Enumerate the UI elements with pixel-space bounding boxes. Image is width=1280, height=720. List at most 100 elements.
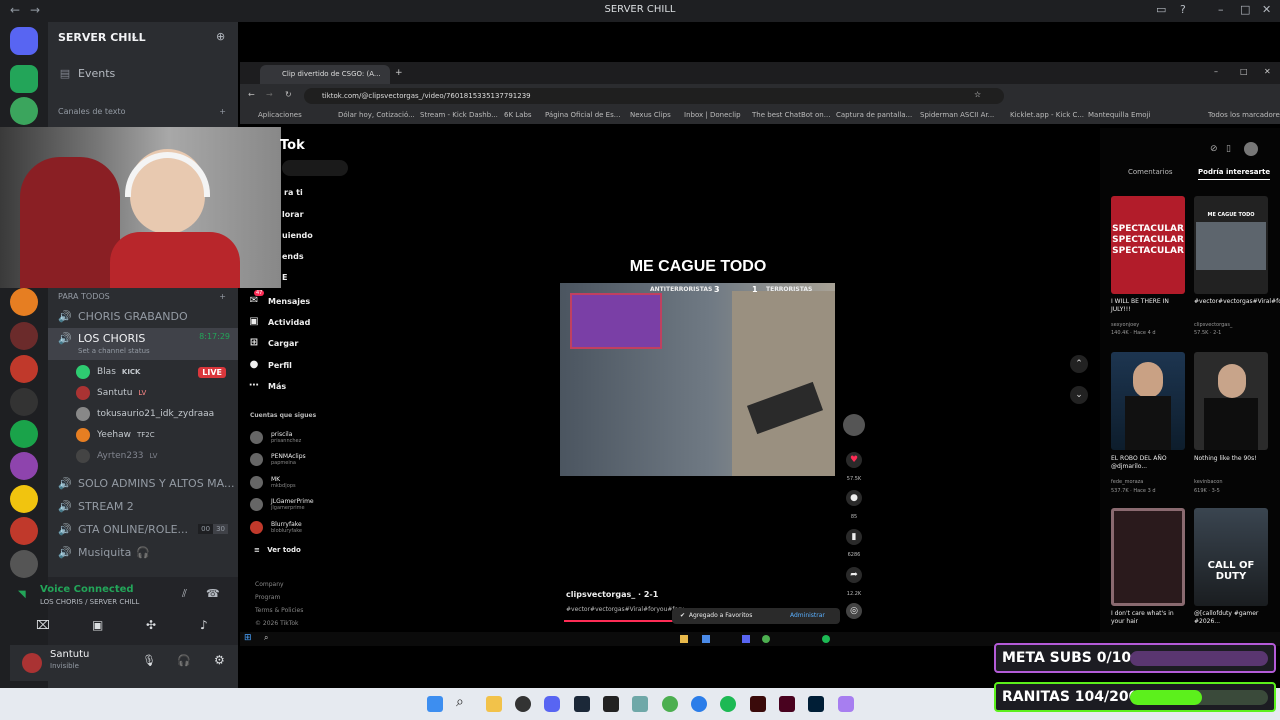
app-icon[interactable] [702, 635, 710, 643]
voice-location[interactable]: LOS CHORIS / SERVER CHILL [40, 598, 139, 606]
footer-link[interactable]: Company [255, 578, 303, 591]
chevron-down-icon[interactable]: ⌄ [1070, 386, 1088, 404]
recommended-caption[interactable]: @[callofduty #gamer #2026... [1194, 610, 1272, 626]
discord-icon[interactable] [544, 696, 560, 712]
nav-activity[interactable]: ▣ Actividad [248, 313, 310, 331]
server-icon[interactable] [10, 322, 38, 350]
recommended-author[interactable]: fede_moraza [1111, 479, 1189, 485]
server-icon[interactable] [10, 97, 38, 125]
nav-profile[interactable]: ● Perfil [248, 356, 292, 374]
headphones-icon[interactable]: 🎧 [177, 654, 191, 667]
plus-icon[interactable]: + [219, 107, 226, 116]
video-player[interactable]: ANTITERRORISTAS 3 1 TERRORISTAS [560, 283, 835, 476]
steam-icon[interactable] [574, 696, 590, 712]
server-icon[interactable] [10, 452, 38, 480]
chrome-icon[interactable] [762, 635, 770, 643]
file-explorer-icon[interactable] [486, 696, 502, 712]
voice-channel[interactable]: SOLO ADMINS Y ALTOS MA... [78, 477, 235, 490]
search-icon[interactable]: ⌕ [456, 694, 472, 710]
voice-user-name[interactable]: tokusaurio21_idk_zydraaa [97, 409, 214, 419]
server-icon[interactable] [10, 388, 38, 416]
chevron-down-icon[interactable]: ⌄ [130, 31, 138, 42]
following-account[interactable]: JLGamerPrime jlgamerprime [250, 497, 314, 511]
category-voice[interactable]: PARA TODOS [58, 292, 110, 301]
recommended-thumbnail[interactable]: ME CAGUE TODO [1194, 196, 1268, 294]
indesign-icon[interactable] [779, 696, 795, 712]
server-icon[interactable] [10, 485, 38, 513]
following-account[interactable]: PENMAclips papmeina [250, 452, 306, 466]
nav-friends[interactable]: ends [282, 252, 304, 261]
following-account[interactable]: MK mkbd|ops [250, 475, 296, 489]
server-icon[interactable] [10, 517, 38, 545]
bookmark-item[interactable]: Aplicaciones [258, 111, 302, 119]
reload-icon[interactable]: ↻ [285, 90, 292, 99]
chrome-icon[interactable] [662, 696, 678, 712]
tab-recommended[interactable]: Podría interesarte [1198, 168, 1271, 180]
close-button[interactable]: ✕ [1262, 3, 1271, 16]
windows-start-icon[interactable]: ⊞ [244, 633, 252, 643]
voice-user-name[interactable]: Ayrten233 [97, 451, 144, 461]
bookmark-star-icon[interactable]: ☆ [974, 90, 981, 99]
recommended-thumbnail[interactable] [1111, 508, 1185, 606]
events-link[interactable]: Events [78, 67, 115, 80]
add-friend-icon[interactable]: ⊕ [216, 30, 225, 43]
comment-icon[interactable]: ● [846, 490, 862, 506]
inbox-icon[interactable]: ▭ [1156, 3, 1166, 16]
obs-icon[interactable] [515, 696, 531, 712]
disconnect-icon[interactable]: ☎ [206, 587, 220, 600]
heart-icon[interactable]: ♥ [846, 452, 862, 468]
app-icon[interactable] [632, 696, 648, 712]
recommended-caption[interactable]: #vector#vectorgas#Viral#foryou#f... [1194, 298, 1280, 306]
discord-icon[interactable] [742, 635, 750, 643]
bookmark-item[interactable]: Kicklet.app - Kick C... [1010, 111, 1084, 119]
voice-channel[interactable]: GTA ONLINE/ROLE... [78, 523, 188, 536]
channel-status[interactable]: Set a channel status [78, 347, 150, 355]
bookmark-item[interactable]: Dólar hoy, Cotizació... [338, 111, 415, 119]
back-arrow-icon[interactable]: ← [248, 90, 255, 99]
recommended-author[interactable]: sexyonjoey [1111, 322, 1189, 328]
discord-home-icon[interactable] [10, 27, 38, 55]
recommended-thumbnail[interactable] [1194, 352, 1268, 450]
voice-user-name[interactable]: Santutu [97, 388, 132, 398]
nav-live[interactable]: E [282, 273, 287, 282]
url-input[interactable]: tiktok.com/@clipsvectorgas_/video/760181… [304, 88, 1004, 104]
voice-channel[interactable]: STREAM 2 [78, 500, 134, 513]
video-progress[interactable] [564, 620, 674, 622]
bookmark-item[interactable]: The best ChatBot on... [752, 111, 830, 119]
spotify-icon[interactable] [720, 696, 736, 712]
help-icon[interactable]: ? [1180, 3, 1186, 16]
trash-icon[interactable]: ▯ [1226, 144, 1231, 154]
app-icon[interactable] [838, 696, 854, 712]
username[interactable]: Santutu [50, 649, 89, 660]
tab-comments[interactable]: Comentarios [1128, 168, 1173, 176]
bookmark-item[interactable]: Mantequilla Emoji [1088, 111, 1150, 119]
bookmark-item[interactable]: Nexus Clips [630, 111, 671, 119]
camera-off-icon[interactable]: ⌧ [36, 618, 50, 632]
following-account[interactable]: Blurryfake blobluryfake [250, 520, 302, 534]
settings-gear-icon[interactable]: ⚙ [214, 653, 225, 667]
photoshop-icon[interactable] [808, 696, 824, 712]
maximize-button[interactable]: □ [1240, 3, 1250, 16]
bookmark-icon[interactable]: ▮ [846, 529, 862, 545]
following-account[interactable]: priscila prisannchez [250, 430, 301, 444]
bookmark-item[interactable]: Inbox | Doneclip [684, 111, 741, 119]
activities-icon[interactable]: ✣ [146, 618, 156, 632]
bookmark-item[interactable]: Captura de pantalla... [836, 111, 912, 119]
soundboard-icon[interactable]: ♪ [200, 618, 208, 632]
voice-user-name[interactable]: Blas [97, 367, 116, 377]
chevron-up-icon[interactable]: ⌃ [1070, 355, 1088, 373]
minimize-button[interactable]: – [1214, 67, 1218, 76]
tiktok-logo[interactable]: Tok [280, 138, 305, 153]
music-disc-icon[interactable]: ◎ [846, 603, 862, 619]
server-icon[interactable] [10, 65, 38, 93]
maximize-button[interactable]: □ [1240, 67, 1248, 76]
microphone-icon[interactable]: 🎙 [142, 654, 156, 667]
illustrator-icon[interactable] [750, 696, 766, 712]
voice-channel-active[interactable]: 🔊 LOS CHORIS 8:17:29 [48, 328, 238, 360]
spotify-icon[interactable] [822, 635, 830, 643]
voice-channel[interactable]: CHORIS GRABANDO [78, 310, 188, 323]
recommended-author[interactable]: clipsvectorgas_ [1194, 322, 1272, 328]
bookmark-item[interactable]: Todos los marcadores [1208, 111, 1280, 119]
avatar[interactable] [22, 653, 42, 673]
bookmark-item[interactable]: Spiderman ASCII Ar... [920, 111, 994, 119]
